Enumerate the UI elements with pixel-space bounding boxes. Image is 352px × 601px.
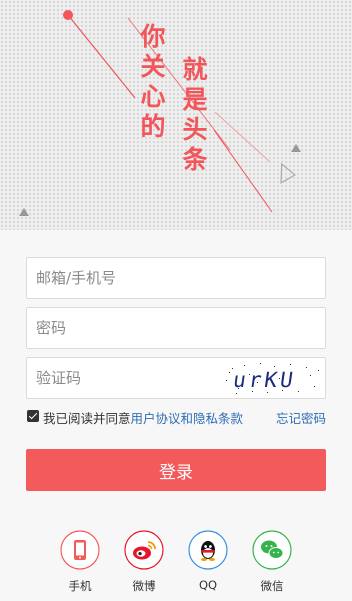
login-form: urKU 我已阅读并同意用户协议和隐私条款 忘记密码 登录 [0,230,352,601]
weibo-icon [124,530,164,570]
qq-login-button[interactable] [188,530,228,570]
qq-icon [188,530,228,570]
agree-checkbox[interactable] [27,410,39,422]
account-input[interactable] [26,257,326,299]
captcha-text: urKU [232,367,298,392]
hero-banner: 你 关 心 的 就 是 头 条 [0,0,352,230]
phone-icon [60,530,100,570]
hero-decoration [19,10,301,216]
triangle-outline [280,162,296,184]
captcha-image[interactable]: urKU [222,360,322,396]
agree-text: 我已阅读并同意用户协议和隐私条款 [43,408,243,427]
social-label-phone: 手机 [68,579,92,593]
slogan-left: 你 关 心 的 [140,22,166,141]
social-label-wechat: 微信 [260,579,284,593]
phone-login-button[interactable] [60,530,100,570]
agreement-row: 我已阅读并同意用户协议和隐私条款 忘记密码 [26,407,326,427]
wechat-icon [252,530,292,570]
triangle-small [291,144,301,152]
social-label-qq: QQ [198,578,218,592]
red-dot [63,10,73,20]
social-label-weibo: 微博 [132,579,156,593]
wechat-login-button[interactable] [252,530,292,570]
password-input[interactable] [26,307,326,349]
agree-prefix: 我已阅读并同意 [43,411,131,426]
agreement-link[interactable]: 用户协议和隐私条款 [131,411,244,426]
triangle-small [19,208,29,216]
login-page: 你 关 心 的 就 是 头 条 urKU [0,0,352,601]
slogan-right: 就 是 头 条 [182,55,208,174]
login-button[interactable]: 登录 [26,449,326,491]
forgot-password-link[interactable]: 忘记密码 [276,408,326,427]
weibo-login-button[interactable] [124,530,164,570]
